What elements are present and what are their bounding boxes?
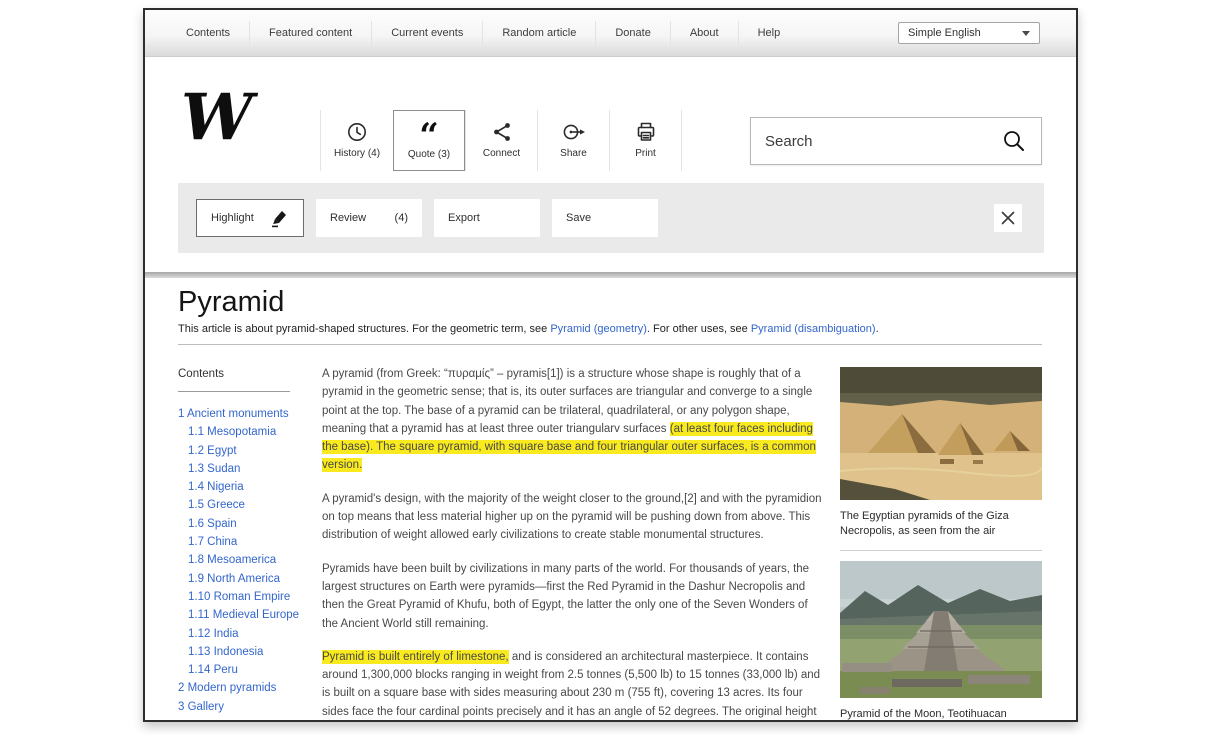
toc-item-gallery[interactable]: 3 Gallery	[178, 698, 320, 716]
toc-item-roman-empire[interactable]: 1.10 Roman Empire	[178, 588, 320, 606]
figures-column: The Egyptian pyramids of the Giza Necrop…	[840, 367, 1042, 722]
toc-item-mesoamerica[interactable]: 1.8 Mesoamerica	[178, 551, 320, 569]
share-arrow-icon	[561, 118, 587, 145]
chevron-down-icon	[1022, 31, 1030, 36]
toc-heading: Contents	[178, 368, 320, 380]
article-area: Pyramid This article is about pyramid-sh…	[145, 278, 1076, 720]
export-button[interactable]: Export	[434, 199, 540, 237]
nav-item-featured-content[interactable]: Featured content	[249, 21, 371, 45]
toc-item-modern-pyramids[interactable]: 2 Modern pyramids	[178, 679, 320, 697]
nav-item-donate[interactable]: Donate	[595, 21, 669, 45]
toc-item-sudan[interactable]: 1.3 Sudan	[178, 460, 320, 478]
figure-teotihuacan: Pyramid of the Moon, Teotihuacan	[840, 561, 1042, 722]
toc-item-spain[interactable]: 1.6 Spain	[178, 515, 320, 533]
connect-nodes-icon	[490, 118, 514, 145]
share-label: Share	[560, 148, 587, 159]
article-tools-toolbar: History (4) “ Quote (3) Connect	[320, 110, 682, 171]
quote-button[interactable]: “ Quote (3)	[393, 110, 465, 171]
hatnote-text: .	[876, 323, 879, 335]
figure-giza-caption: The Egyptian pyramids of the Giza Necrop…	[840, 509, 1042, 538]
history-clock-icon	[345, 118, 369, 145]
article-body: A pyramid (from Greek: “πυραμίς” – pyram…	[322, 365, 822, 722]
toc-divider	[178, 391, 290, 392]
paragraph-1: A pyramid (from Greek: “πυραμίς” – pyram…	[322, 365, 822, 475]
nav-item-about[interactable]: About	[670, 21, 738, 45]
toc-item-medieval-europe[interactable]: 1.11 Medieval Europe	[178, 606, 320, 624]
toc-item-north-america[interactable]: 1.9 North America	[178, 570, 320, 588]
paragraph-3: Pyramids have been built by civilization…	[322, 560, 822, 633]
highlight-button[interactable]: Highlight	[196, 199, 304, 237]
nav-item-current-events[interactable]: Current events	[371, 21, 482, 45]
figure-teotihuacan-caption: Pyramid of the Moon, Teotihuacan	[840, 707, 1042, 722]
browser-page-frame: Contents Featured content Current events…	[143, 8, 1078, 722]
marker-pen-icon	[267, 207, 289, 229]
toc-item-egypt[interactable]: 1.2 Egypt	[178, 442, 320, 460]
history-label: History (4)	[334, 148, 380, 159]
quote-label: Quote (3)	[408, 149, 450, 160]
magnifier-icon[interactable]	[1001, 128, 1027, 154]
title-divider	[178, 344, 1042, 345]
annotation-toolbar: Highlight Review (4) Export Save	[178, 183, 1044, 253]
figure-divider	[840, 550, 1042, 551]
save-button[interactable]: Save	[552, 199, 658, 237]
paragraph-2: A pyramid's design, with the majority of…	[322, 490, 822, 545]
print-button[interactable]: Print	[609, 110, 681, 171]
toc-item-ancient-monuments[interactable]: 1 Ancient monuments	[178, 405, 320, 423]
pyramid-of-the-moon-image[interactable]	[840, 561, 1042, 698]
toc-item-peru[interactable]: 1.14 Peru	[178, 661, 320, 679]
search-box	[750, 117, 1042, 165]
review-count-badge: (4)	[395, 212, 408, 224]
figure-giza: The Egyptian pyramids of the Giza Necrop…	[840, 367, 1042, 538]
language-selector-dropdown[interactable]: Simple English	[898, 22, 1040, 44]
nav-item-help[interactable]: Help	[738, 21, 800, 45]
nav-item-contents[interactable]: Contents	[167, 21, 249, 45]
toc-item-india[interactable]: 1.12 India	[178, 625, 320, 643]
connect-label: Connect	[483, 148, 520, 159]
export-label: Export	[448, 212, 480, 224]
link-pyramid-geometry[interactable]: Pyramid (geometry)	[550, 323, 647, 335]
toc-item-nigeria[interactable]: 1.4 Nigeria	[178, 478, 320, 496]
top-navigation-bar: Contents Featured content Current events…	[145, 10, 1076, 57]
paragraph-4: Pyramid is built entirely of limestone, …	[322, 648, 822, 722]
link-pyramid-disambiguation[interactable]: Pyramid (disambiguation)	[751, 323, 876, 335]
giza-pyramids-image[interactable]	[840, 367, 1042, 500]
wiki-logo[interactable]: W	[181, 86, 253, 150]
highlighted-text-2: Pyramid is built entirely of limestone,	[322, 650, 509, 664]
history-button[interactable]: History (4)	[321, 110, 393, 171]
toc-list: 1 Ancient monuments 1.1 Mesopotamia 1.2 …	[178, 405, 320, 716]
table-of-contents: Contents 1 Ancient monuments 1.1 Mesopot…	[178, 368, 320, 716]
share-button[interactable]: Share	[537, 110, 609, 171]
search-input[interactable]	[765, 133, 1001, 150]
review-button[interactable]: Review (4)	[316, 199, 422, 237]
nav-item-random-article[interactable]: Random article	[482, 21, 595, 45]
language-selector-value: Simple English	[908, 27, 981, 39]
save-label: Save	[566, 212, 591, 224]
hatnote-text: This article is about pyramid-shaped str…	[178, 323, 550, 335]
print-icon	[634, 118, 658, 145]
toc-item-china[interactable]: 1.7 China	[178, 533, 320, 551]
toc-item-mesopotamia[interactable]: 1.1 Mesopotamia	[178, 423, 320, 441]
x-icon	[1000, 210, 1016, 226]
highlight-label: Highlight	[211, 212, 254, 224]
toc-item-indonesia[interactable]: 1.13 Indonesia	[178, 643, 320, 661]
print-label: Print	[635, 148, 656, 159]
hatnote-text: . For other uses, see	[647, 323, 751, 335]
connect-button[interactable]: Connect	[465, 110, 537, 171]
hatnote: This article is about pyramid-shaped str…	[178, 323, 879, 335]
page-title: Pyramid	[178, 286, 284, 319]
toc-item-greece[interactable]: 1.5 Greece	[178, 496, 320, 514]
review-label: Review	[330, 212, 366, 224]
quote-icon: “	[419, 119, 439, 146]
close-toolbar-button[interactable]	[994, 204, 1022, 232]
